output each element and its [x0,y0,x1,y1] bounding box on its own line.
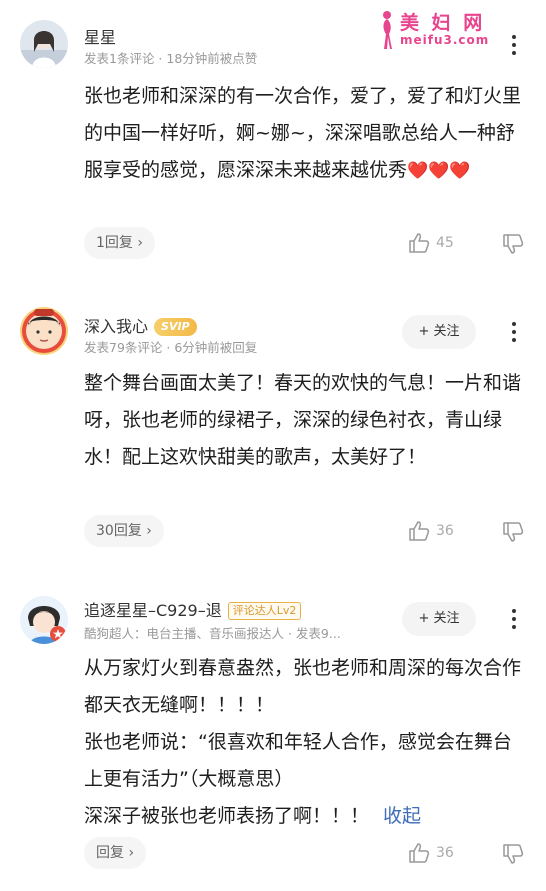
like-button[interactable]: 45 [408,230,454,256]
thumbs-down-icon[interactable] [502,233,526,255]
heart-emojis: ❤️❤️❤️ [407,161,471,181]
comment-meta: 发表79条评论 · 6分钟前被回复 [84,340,258,355]
comment-username[interactable]: 追逐星星–C929–退 评论达人Lv2 [84,597,302,621]
comment-text: 从万家灯火到春意盎然，张也老师和周深的每次合作都天衣无缝啊！！！！ 张也老师说：… [84,657,522,827]
thumbs-down-icon[interactable] [502,843,526,865]
avatar[interactable] [20,307,68,355]
commenter-level-badge: 评论达人Lv2 [227,602,302,620]
more-options-button[interactable] [504,606,524,632]
comment-item: 追逐星星–C929–退 评论达人Lv2 酷狗超人：电台主播、音乐画报达人 · 发表… [0,575,546,891]
like-button[interactable]: 36 [408,518,454,544]
comment-text: 整个舞台画面太美了！春天的欢快的气息！一片和谐呀，张也老师的绿裙子，深深的绿色衬… [84,372,522,468]
more-options-button[interactable] [504,32,524,58]
collapse-link[interactable]: 收起 [383,805,421,827]
comment-meta: 发表1条评论 · 18分钟前被点赞 [84,51,258,66]
like-count: 36 [436,523,454,539]
avatar[interactable] [20,20,68,68]
comment-meta: 酷狗超人：电台主播、音乐画报达人 · 发表9... [84,626,341,641]
like-count: 36 [436,845,454,861]
like-button[interactable]: 36 [408,840,454,866]
follow-button[interactable]: + 关注 [402,315,476,349]
follow-button[interactable]: + 关注 [402,602,476,636]
thumbs-up-icon [409,233,430,253]
comment-item: 深入我心 SVIP 发表79条评论 · 6分钟前被回复 + 关注 整个舞台画面太美… [0,285,546,575]
svip-badge: SVIP [154,318,197,336]
reply-button[interactable]: 回复 › [84,837,147,869]
comment-username[interactable]: 星星 [84,24,116,48]
comment-text: 张也老师和深深的有一次合作，爱了，爱了和灯火里的中国一样好听，婀~娜~，深深唱歌… [84,85,522,181]
thumbs-up-icon [409,521,430,541]
comment-username[interactable]: 深入我心 SVIP [84,313,197,337]
reply-count-button[interactable]: 30回复 › [84,515,164,547]
reply-count-button[interactable]: 1回复 › [84,227,155,259]
like-count: 45 [436,235,454,251]
more-options-button[interactable] [504,319,524,345]
comment-item: 星星 发表1条评论 · 18分钟前被点赞 张也老师和深深的有一次合作，爱了，爱了… [0,0,546,285]
avatar[interactable] [20,596,68,644]
thumbs-up-icon [409,843,430,863]
thumbs-down-icon[interactable] [502,521,526,543]
